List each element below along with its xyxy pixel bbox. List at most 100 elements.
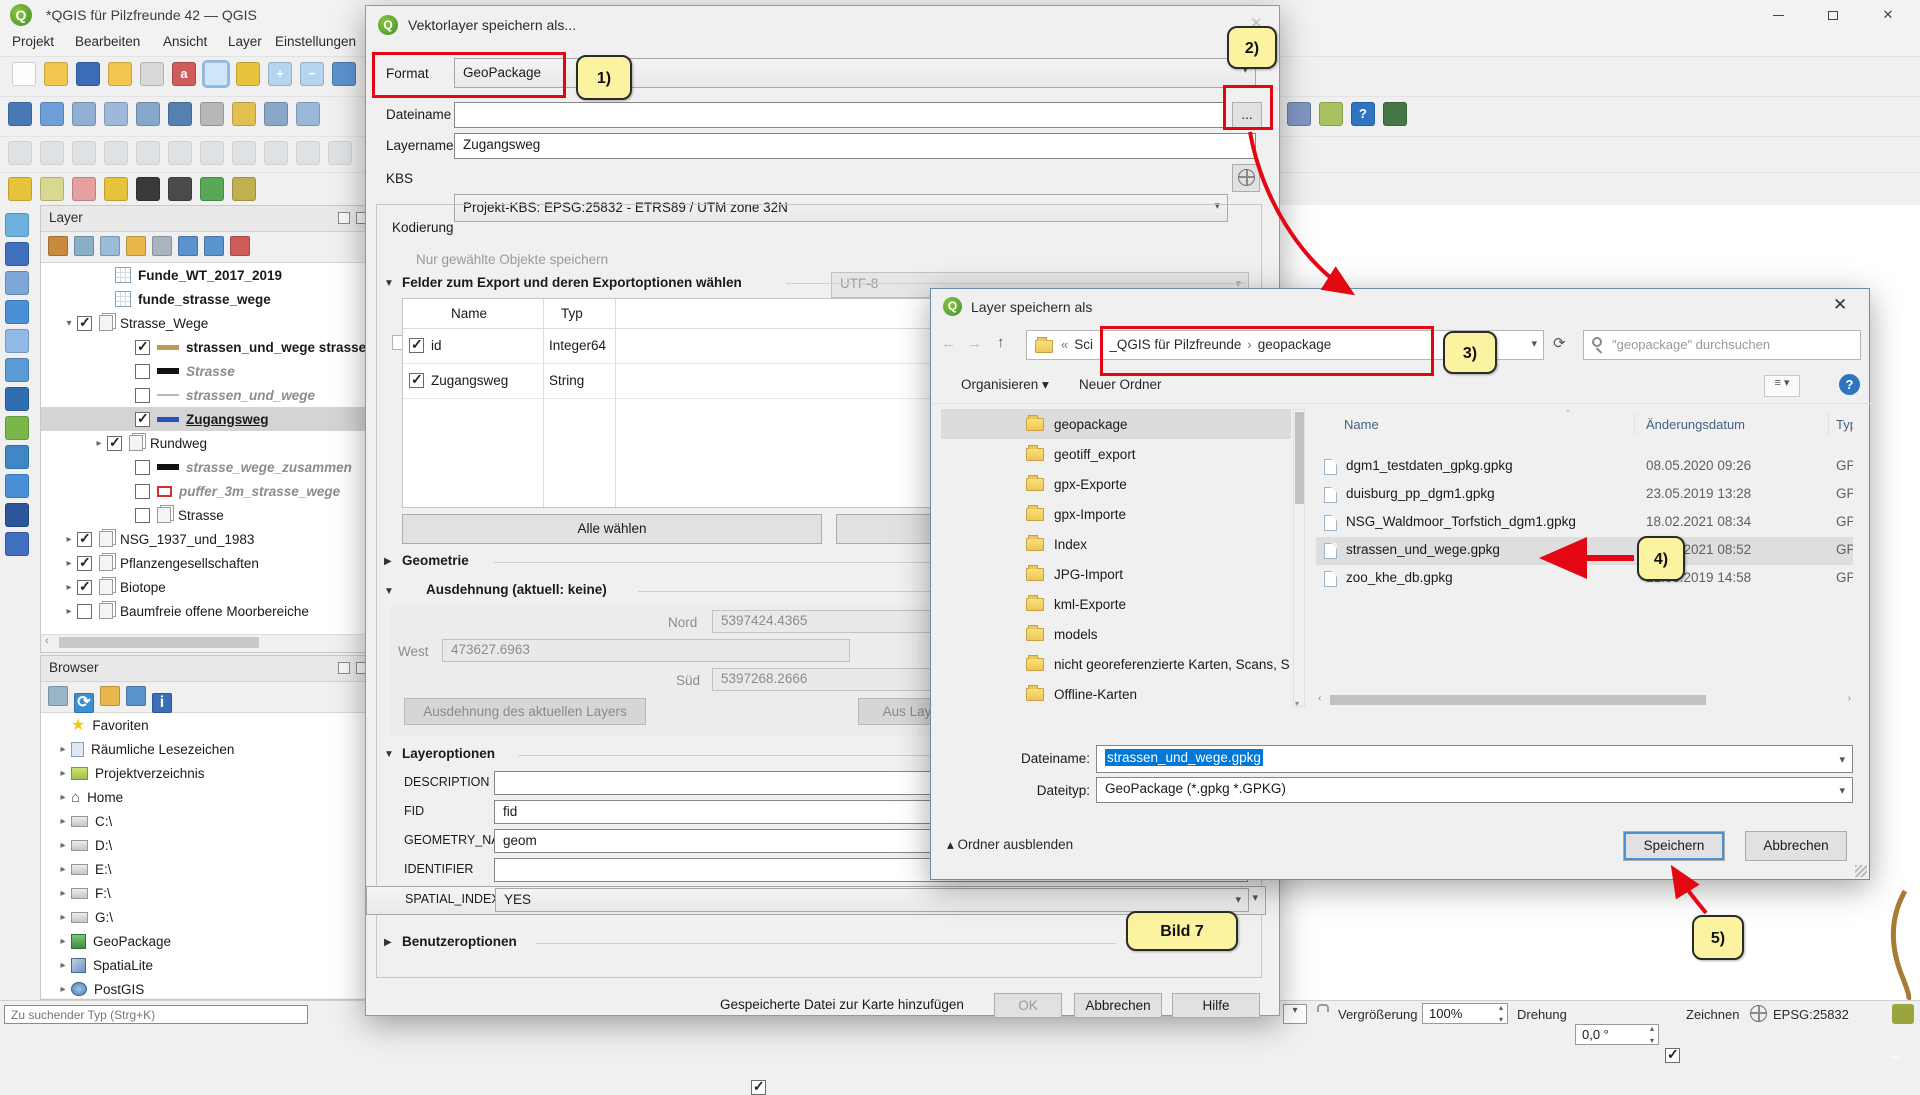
browser-tree-item[interactable]: ▸ SpatiaLite [41,953,374,977]
add-delimited-text-icon[interactable] [136,102,160,126]
layer-tree-item[interactable]: Zugangsweg [41,407,374,431]
menu-item[interactable]: Bearbeiten [75,34,140,49]
organize-menu[interactable]: Organisieren ▾ [961,377,1049,393]
filetype-combo[interactable]: GeoPackage (*.gpkg *.GPKG) ▾ [1096,777,1853,803]
vector-scissors-icon[interactable] [5,474,29,498]
browser-tree-item[interactable]: ▸ D:\ [41,833,374,857]
visibility-checkbox[interactable] [135,484,150,499]
add-vector-layer-icon[interactable] [40,102,64,126]
add-to-map-checkbox[interactable] [751,1080,766,1095]
quickmap-services-icon[interactable] [232,177,256,201]
layer-tree-item[interactable]: ▸ NSG_1937_und_1983 [41,527,374,551]
zoom-full-icon[interactable] [332,62,356,86]
virtual-table-icon[interactable] [5,532,29,556]
folder-list-item[interactable]: kml-Exporte [941,589,1291,619]
folder-list-item[interactable]: Index [941,529,1291,559]
filter-legend-icon[interactable] [126,236,146,256]
layer-tree-item[interactable]: ▸ Pflanzengesellschaften [41,551,374,575]
comma-tool-icon[interactable] [5,300,29,324]
crs-status[interactable]: EPSG:25832 [1773,1007,1849,1022]
checker-style-icon[interactable] [5,242,29,266]
magnifier-spinbox[interactable]: 100% [1422,1003,1508,1024]
locator-search-input[interactable] [4,1005,308,1024]
rotation-spinbox[interactable]: 0,0 ° [1575,1024,1659,1045]
browser-tree-item[interactable]: Favoriten [41,713,374,737]
collapse-browser-icon[interactable] [126,686,146,706]
nav-up-icon[interactable]: ↑ [997,334,1005,351]
expander-icon[interactable]: ▸ [55,888,71,899]
crs-globe-icon[interactable] [1750,1005,1767,1022]
style-manager-icon[interactable]: a [172,62,196,86]
processing-toolbox-icon[interactable] [1287,102,1311,126]
folder-list-item[interactable]: geopackage [941,409,1291,439]
view-mode-icon[interactable]: ≡ ▾ [1764,375,1800,397]
menu-item[interactable]: Layer [228,34,262,49]
labels-icon[interactable] [168,141,192,165]
remove-layer-icon[interactable] [230,236,250,256]
refresh-icon[interactable]: ⟳ [1553,334,1566,352]
file-list-item[interactable]: zoo_khe_db.gpkg 21.03.2019 14:58 GPKG [1316,565,1853,593]
field-calc-icon[interactable] [136,141,160,165]
postgis-elephant-icon[interactable] [5,387,29,411]
visibility-checkbox[interactable] [77,580,92,595]
layer-tree-item[interactable]: funde_strasse_wege [41,287,374,311]
open-layer-styling-icon[interactable] [48,236,68,256]
layer-tree-item[interactable]: Funde_WT_2017_2019 [41,263,374,287]
identify-icon[interactable] [40,141,64,165]
temporal-icon[interactable] [328,141,352,165]
help-contents-icon[interactable]: ? [1351,102,1375,126]
filter-browser-icon[interactable] [100,686,120,706]
column-header-typ[interactable]: Typ [1836,417,1853,432]
digitize-line-icon[interactable] [5,213,29,237]
field-export-checkbox[interactable] [409,373,424,388]
zoom-in-icon[interactable]: + [268,62,292,86]
split-features-icon[interactable] [5,271,29,295]
globe-text-icon[interactable] [5,416,29,440]
vector-nodes-icon[interactable] [5,503,29,527]
dialog-close-icon[interactable]: ✕ [1833,295,1847,315]
nav-forward-icon[interactable]: → [967,335,982,352]
browser-tree-item[interactable]: ▸ G:\ [41,905,374,929]
layer-tree-item[interactable]: puffer_3m_strasse_wege [41,479,374,503]
feather-style-icon[interactable] [5,329,29,353]
current-edits-icon[interactable] [200,102,224,126]
visibility-checkbox[interactable] [135,460,150,475]
option-input[interactable]: YES [495,888,1249,912]
python-console-icon[interactable] [1383,102,1407,126]
expand-all-icon[interactable] [178,236,198,256]
pan-map-icon[interactable] [204,62,228,86]
visibility-checkbox[interactable] [135,412,150,427]
file-list-item[interactable]: strassen_und_wege.gpkg 18.02.2021 08:52 … [1316,537,1853,565]
float-panel-icon[interactable] [338,212,350,224]
fields-col-typ[interactable]: Typ [561,306,583,321]
properties-widget-icon[interactable]: i [152,693,172,713]
select-all-button[interactable]: Alle wählen [402,514,822,544]
menu-item[interactable]: Projekt [12,34,54,49]
map-theme-icon[interactable] [168,177,192,201]
browser-tree-item[interactable]: ▸ Projektverzeichnis [41,761,374,785]
cancel-button[interactable]: Abbrechen [1745,831,1847,861]
filename-input[interactable] [454,102,1226,128]
expander-icon[interactable]: ▸ [61,582,77,593]
layer-options-title[interactable]: Layeroptionen [402,746,495,761]
file-list-hscrollbar[interactable]: ‹ › [1316,693,1853,707]
search-box[interactable]: "geopackage" durchsuchen [1583,330,1861,360]
select-by-value-icon[interactable] [40,177,64,201]
float-panel-icon[interactable] [338,662,350,674]
zoom-out-icon[interactable]: − [300,62,324,86]
folder-list-scrollbar[interactable]: ▾ [1293,409,1305,707]
add-postgis-layer-icon[interactable] [168,102,192,126]
save-button[interactable]: Speichern [1623,831,1725,861]
hide-folders-toggle[interactable]: ▴ Ordner ausblenden [947,837,1073,853]
filter-expression-icon[interactable] [152,236,172,256]
extent-section-title[interactable]: Ausdehnung (aktuell: keine) [426,582,607,597]
georeferencer-icon[interactable] [1319,102,1343,126]
geometry-section-arrow-icon[interactable]: ▶ [384,556,392,567]
column-header-name[interactable]: Name [1344,417,1379,432]
visibility-checkbox[interactable] [77,316,92,331]
save-project-icon[interactable] [76,62,100,86]
minimize-button[interactable] [1756,1,1800,29]
browser-tree-item[interactable]: ▸ Home [41,785,374,809]
folder-list-item[interactable]: JPG-Import [941,559,1291,589]
help-icon[interactable]: ? [1839,374,1860,395]
